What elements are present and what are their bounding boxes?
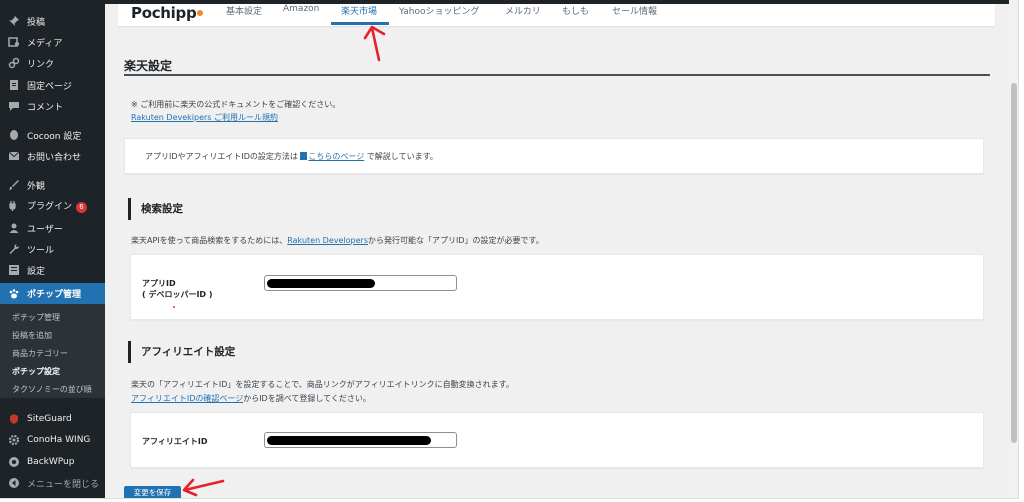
sidebar-item-label: メニューを閉じる — [27, 479, 100, 490]
title-divider — [124, 74, 990, 76]
sidebar-item-label: Cocoon 設定 — [27, 131, 82, 142]
sidebar-item-siteguard[interactable]: SiteGuard — [0, 409, 105, 429]
sidebar-item-contact[interactable]: お問い合わせ — [0, 146, 105, 166]
mail-icon — [8, 150, 20, 162]
sidebar-item-label: ツール — [27, 245, 55, 256]
tab-rakuten[interactable]: 楽天市場 — [341, 4, 377, 17]
affiliate-id-label: アフィリエイトID — [142, 437, 208, 446]
tab-sale[interactable]: セール情報 — [612, 4, 657, 17]
sidebar-item-conoha[interactable]: ConoHa WING — [0, 430, 105, 450]
sidebar-item-links[interactable]: リンク — [0, 53, 105, 73]
guide-link[interactable]: こちらのページ — [308, 152, 364, 161]
sidebar-item-label: ポチップ管理 — [27, 290, 82, 300]
tab-mercari[interactable]: メルカリ — [505, 4, 541, 17]
submenu-item-current[interactable]: ポチップ設定 — [12, 366, 60, 377]
redacted-value — [267, 436, 431, 445]
sidebar-item-pochipp[interactable]: ポチップ管理 — [0, 283, 105, 304]
sidebar-item-label: リンク — [27, 59, 55, 70]
app-id-card — [130, 254, 984, 320]
backup-icon — [8, 456, 20, 468]
sidebar-item-label: メディア — [27, 38, 63, 49]
affiliate-id-check-link[interactable]: アフィリエイトIDの確認ページ — [131, 394, 243, 403]
submenu-item[interactable]: ポチップ管理 — [12, 312, 60, 323]
sidebar-item-appearance[interactable]: 外観 — [0, 175, 105, 195]
submenu-item[interactable]: 商品カテゴリー — [12, 348, 68, 359]
sidebar-item-label: SiteGuard — [27, 414, 72, 424]
link-icon — [8, 57, 20, 69]
page-icon — [8, 79, 20, 91]
media-icon — [8, 36, 20, 48]
plugin-icon — [8, 200, 20, 212]
sidebar-item-cocoon[interactable]: Cocoon 設定 — [0, 125, 105, 145]
tab-basic[interactable]: 基本設定 — [226, 4, 262, 17]
sidebar-item-tools[interactable]: ツール — [0, 239, 105, 259]
usage-note: ※ ご利用前に楽天の公式ドキュメントをご確認ください。 — [131, 100, 341, 109]
collapse-menu-button[interactable]: メニューを閉じる — [0, 473, 105, 493]
sidebar-item-label: BackWPup — [27, 457, 75, 467]
submenu-item[interactable]: 投稿を追加 — [12, 330, 52, 341]
sidebar-item-label: コメント — [27, 102, 64, 113]
sidebar-item-plugins[interactable]: プラグイン 6 — [0, 196, 105, 216]
annotation-arrow-tab — [363, 25, 386, 62]
collapse-icon — [8, 477, 20, 489]
affiliate-id-card — [130, 412, 984, 468]
required-dot — [173, 306, 175, 308]
page-title: 楽天設定 — [124, 59, 173, 73]
sidebar-item-users[interactable]: ユーザー — [0, 218, 105, 238]
sidebar-item-label: 設定 — [27, 266, 46, 277]
admin-sidebar: 投稿 メディア リンク 固定ページ コメント Cocoon 設定 お問い合わせ — [0, 0, 105, 498]
pushpin-icon — [8, 15, 20, 27]
cocoon-icon — [8, 129, 20, 141]
app-id-label: アプリID ( デベロッパーID ) — [142, 279, 213, 299]
logo-mark-icon — [197, 10, 204, 16]
sidebar-item-posts[interactable]: 投稿 — [0, 11, 105, 31]
rakuten-developers-link[interactable]: Rakuten Developers — [287, 236, 368, 245]
gear-icon — [8, 434, 20, 446]
sidebar-item-label: お問い合わせ — [27, 152, 82, 163]
sidebar-item-backwpup[interactable]: BackWPup — [0, 452, 105, 472]
affiliate-desc-line1: 楽天の「アフィリエイトID」を設定することで、商品リンクがアフィリエイトリンクに… — [131, 380, 514, 389]
comment-icon — [8, 100, 20, 112]
sidebar-item-pages[interactable]: 固定ページ — [0, 75, 105, 95]
app-id-input[interactable] — [264, 275, 457, 291]
sidebar-item-media[interactable]: メディア — [0, 32, 105, 52]
wrench-icon — [8, 243, 20, 255]
sidebar-item-label: ConoHa WING — [27, 435, 91, 445]
annotation-arrow-save — [182, 478, 225, 497]
affiliate-settings-heading: アフィリエイト設定 — [128, 341, 235, 363]
sidebar-item-label: ユーザー — [27, 224, 63, 235]
sidebar-item-settings[interactable]: 設定 — [0, 260, 105, 280]
sidebar-item-label: 外観 — [27, 181, 46, 192]
app-window: 投稿 メディア リンク 固定ページ コメント Cocoon 設定 お問い合わせ — [0, 0, 1019, 499]
paw-icon — [8, 288, 20, 300]
sidebar-item-comments[interactable]: コメント — [0, 96, 105, 116]
tab-yahoo[interactable]: Yahooショッピング — [399, 4, 480, 17]
submenu-item[interactable]: タクソノミーの並び順 — [12, 384, 92, 395]
pochipp-logo: Pochipp — [131, 4, 204, 22]
settings-icon — [8, 264, 20, 276]
brush-icon — [8, 179, 20, 191]
redacted-value — [267, 279, 375, 288]
scrollbar-thumb[interactable] — [1011, 83, 1017, 443]
tab-moshimo[interactable]: もしも — [562, 4, 589, 17]
sidebar-item-label: プラグイン 6 — [27, 199, 88, 213]
search-settings-heading: 検索設定 — [128, 198, 183, 220]
user-icon — [8, 222, 20, 234]
affiliate-desc-line2: アフィリエイトIDの確認ページからIDを調べて登録してください。 — [131, 394, 371, 403]
sidebar-item-label: 投稿 — [27, 17, 46, 28]
shield-icon — [8, 413, 20, 425]
affiliate-id-input[interactable] — [264, 432, 457, 448]
document-icon — [300, 152, 308, 160]
update-count-badge: 6 — [76, 202, 88, 213]
tab-amazon[interactable]: Amazon — [283, 4, 319, 14]
search-settings-desc: 楽天APIを使って商品検索をするためには、Rakuten Developersか… — [131, 236, 544, 245]
info-text: アプリIDやアフィリエイトIDの設定方法は こちらのページ で解説しています。 — [145, 152, 438, 161]
rules-link[interactable]: Rakuten Devekipers ご利用ルール規約 — [131, 112, 278, 123]
save-changes-button[interactable]: 変更を保存 — [124, 486, 181, 498]
sidebar-item-label: 固定ページ — [27, 81, 72, 92]
